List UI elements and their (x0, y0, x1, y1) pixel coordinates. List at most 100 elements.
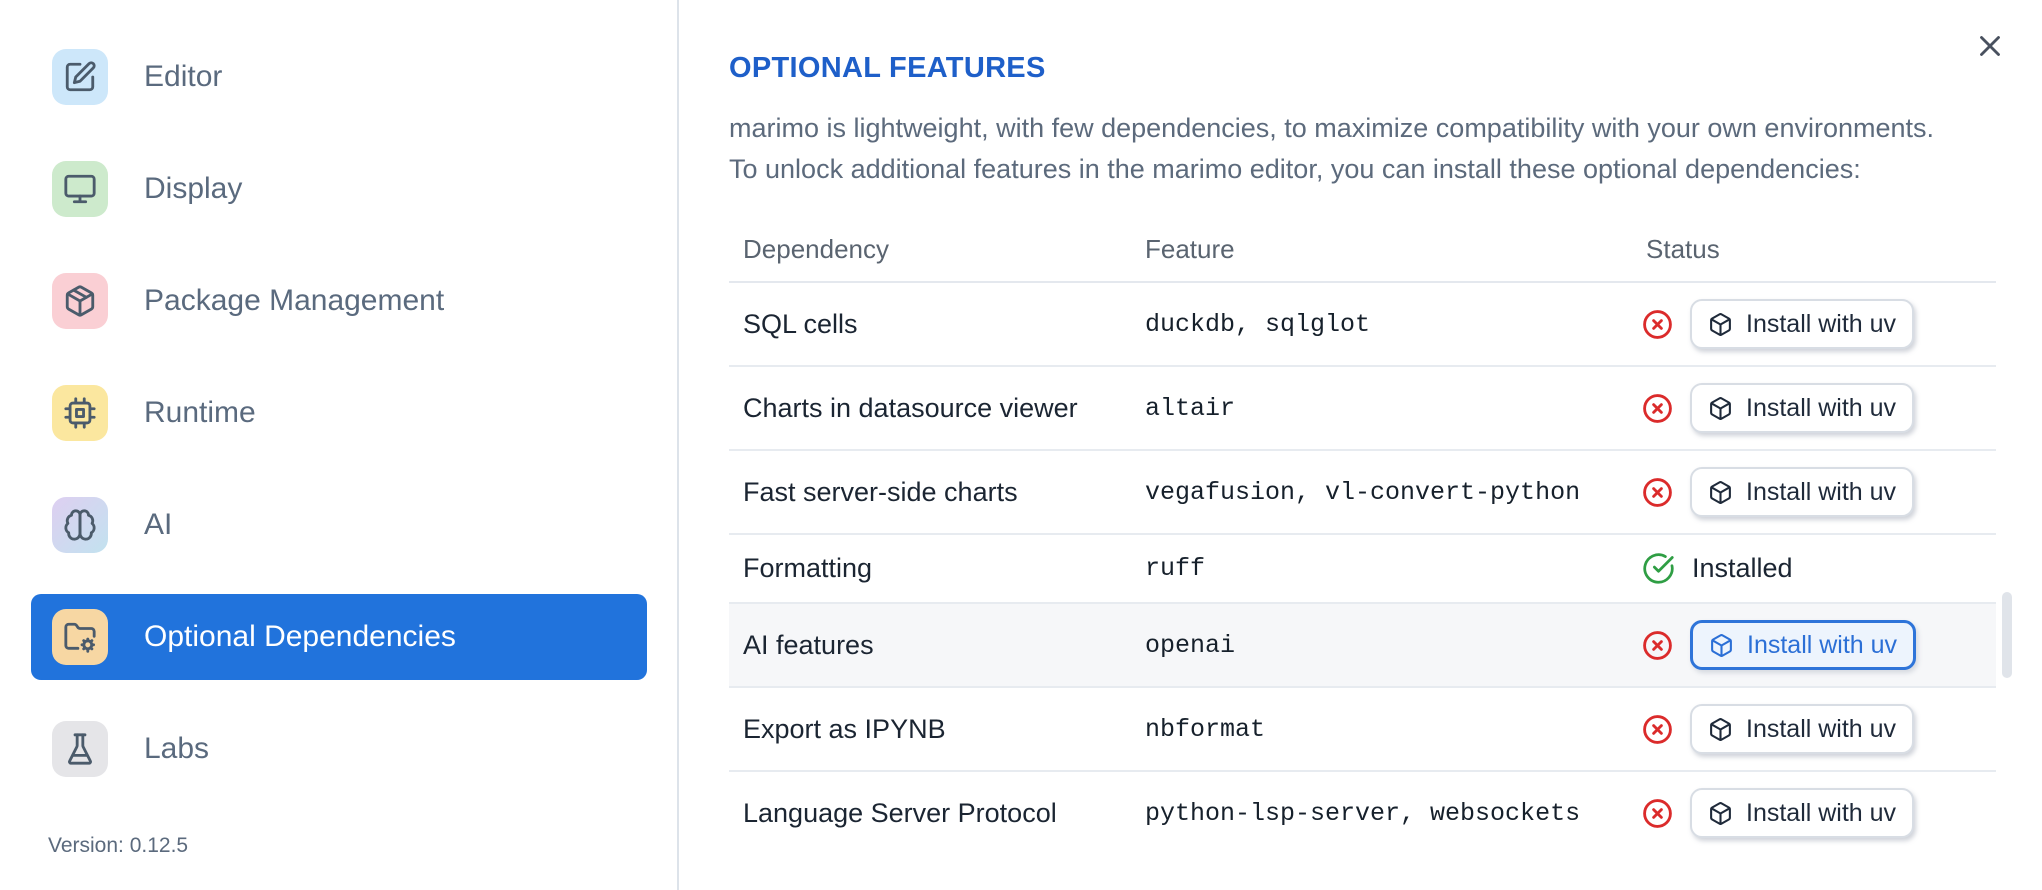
sidebar-item-runtime[interactable]: Runtime (31, 370, 647, 456)
table-row: Formatting ruff Installed (729, 535, 1996, 604)
folder-gear-icon (64, 622, 96, 653)
icon-tile (52, 385, 108, 441)
box-icon (1710, 717, 1731, 741)
feature-packages: python-lsp-server, websockets (1145, 798, 1581, 828)
dependency-name: Formatting (743, 553, 873, 583)
dependency-name: Language Server Protocol (743, 797, 1057, 828)
sidebar-item-label: Optional Dependencies (144, 620, 456, 653)
status-cell: Install with uv (1632, 704, 1996, 754)
install-with-uv-button[interactable]: Install with uv (1690, 467, 1915, 517)
status-cell: Install with uv (1632, 788, 1996, 838)
status-cell: Install with uv (1632, 467, 1996, 517)
icon-tile (52, 273, 108, 329)
close-button[interactable] (1970, 26, 2010, 66)
table-body: SQL cells duckdb, sqlglot Install with uv C… (729, 283, 1996, 854)
sidebar-item-label: Editor (144, 60, 223, 93)
feature-packages: openai (1145, 630, 1236, 660)
circle-x-icon (1643, 309, 1672, 339)
dependency-name: Export as IPYNB (743, 713, 946, 744)
table-row: Export as IPYNB nbformat Install with uv (729, 688, 1996, 772)
feature-packages: altair (1145, 393, 1236, 423)
column-header-status: Status (1646, 233, 1720, 264)
feature-packages: nbformat (1145, 714, 1266, 744)
install-with-uv-button[interactable]: Install with uv (1690, 299, 1915, 349)
circle-x-icon (1643, 477, 1672, 507)
status-cell: Install with uv (1632, 299, 1996, 349)
sidebar-item-ai[interactable]: AI (31, 482, 647, 568)
sidebar-item-label: Package Management (144, 284, 445, 317)
icon-tile (52, 721, 108, 777)
sidebar-item-package-management[interactable]: Package Management (31, 258, 647, 344)
dependency-name: AI features (743, 629, 874, 660)
box-icon (1710, 480, 1731, 504)
install-with-uv-button[interactable]: Install with uv (1690, 620, 1917, 670)
box-icon (1710, 312, 1731, 336)
status-cell: Install with uv (1632, 383, 1996, 433)
install-button-label: Install with uv (1746, 393, 1897, 422)
sidebar-item-label: Labs (144, 732, 210, 765)
page-title: OPTIONAL FEATURES (729, 52, 1046, 84)
icon-tile (52, 497, 108, 553)
monitor-icon (64, 174, 96, 204)
brain-icon (64, 509, 96, 541)
description-line: To unlock additional features in the mar… (729, 154, 1861, 184)
install-button-label: Install with uv (1746, 309, 1897, 338)
sidebar-item-label: Runtime (144, 396, 256, 429)
pencil-square-icon (65, 61, 96, 92)
flask-icon (68, 733, 92, 765)
circle-check-icon (1643, 553, 1674, 584)
settings-sidebar: Editor Display Package Management Runtime AI… (0, 0, 679, 890)
icon-tile (52, 49, 108, 105)
optional-features-panel: OPTIONAL FEATURES marimo is lightweight,… (679, 0, 2042, 890)
sidebar-item-optional-dependencies[interactable]: Optional Dependencies (31, 594, 647, 680)
dependency-name: Charts in datasource viewer (743, 392, 1078, 423)
sidebar-item-editor[interactable]: Editor (31, 34, 647, 120)
circle-x-icon (1643, 714, 1672, 744)
feature-packages: vegafusion, vl-convert-python (1145, 477, 1581, 507)
table-row: AI features openai Install with uv (729, 604, 1996, 688)
install-with-uv-button[interactable]: Install with uv (1690, 383, 1915, 433)
description-line: marimo is lightweight, with few dependen… (729, 113, 1935, 143)
feature-packages: duckdb, sqlglot (1145, 309, 1371, 339)
package-icon (65, 285, 95, 317)
table-row: Fast server-side charts vegafusion, vl-co… (729, 451, 1996, 535)
sidebar-item-label: AI (144, 508, 173, 541)
scrollbar-thumb[interactable] (2002, 592, 2012, 678)
icon-tile (52, 609, 108, 665)
install-with-uv-button[interactable]: Install with uv (1690, 704, 1915, 754)
dependency-name: SQL cells (743, 308, 858, 339)
table-row: Language Server Protocol python-lsp-serve… (729, 772, 1996, 854)
box-icon (1710, 396, 1731, 420)
dependencies-table: Dependency Feature Status SQL cells duckd… (729, 217, 1996, 854)
sidebar-item-label: Display (144, 172, 243, 205)
installed-label: Installed (1692, 553, 1793, 583)
icon-tile (52, 161, 108, 217)
circle-x-icon (1643, 798, 1672, 828)
status-cell: Install with uv (1632, 620, 1996, 670)
table-row: SQL cells duckdb, sqlglot Install with uv (729, 283, 1996, 367)
sidebar-item-display[interactable]: Display (31, 146, 647, 232)
install-button-label: Install with uv (1746, 714, 1897, 743)
circle-x-icon (1643, 630, 1672, 660)
circle-x-icon (1643, 393, 1672, 423)
panel-description: marimo is lightweight, with few dependen… (729, 108, 1934, 190)
version-label: Version: 0.12.5 (48, 834, 189, 857)
column-header-feature: Feature (1145, 233, 1235, 264)
box-icon (1710, 801, 1731, 825)
x-icon (1980, 36, 2000, 56)
cpu-icon (64, 397, 96, 429)
settings-dialog: Editor Display Package Management Runtime AI… (0, 0, 2042, 890)
dependency-name: Fast server-side charts (743, 476, 1018, 507)
status-cell: Installed (1632, 552, 1996, 585)
box-icon (1711, 633, 1732, 657)
table-row: Charts in datasource viewer altair Install… (729, 367, 1996, 451)
sidebar-item-labs[interactable]: Labs (31, 706, 647, 792)
column-header-dependency: Dependency (743, 233, 889, 264)
feature-packages: ruff (1145, 554, 1206, 583)
table-header-row: Dependency Feature Status (729, 217, 1996, 283)
sidebar-nav: Editor Display Package Management Runtime AI… (0, 0, 677, 792)
install-button-label: Install with uv (1746, 477, 1897, 506)
install-with-uv-button[interactable]: Install with uv (1690, 788, 1915, 838)
install-button-label: Install with uv (1746, 798, 1897, 827)
install-button-label: Install with uv (1747, 630, 1898, 659)
